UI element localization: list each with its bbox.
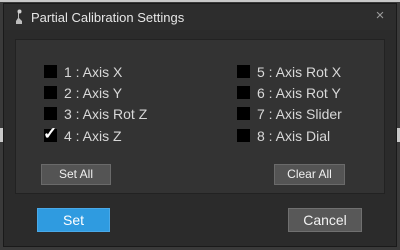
axis-label-8: 8 : Axis Dial xyxy=(257,128,331,144)
axis-label-7: 7 : Axis Slider xyxy=(257,106,342,122)
title-bar[interactable]: Partial Calibration Settings × xyxy=(4,4,396,30)
axis-label-5: 5 : Axis Rot X xyxy=(257,64,342,80)
axis-checkbox-5[interactable] xyxy=(237,65,250,78)
partial-calibration-dialog: Partial Calibration Settings × 1 : Axis … xyxy=(3,3,397,247)
axis-checkbox-4[interactable]: ✓ xyxy=(43,124,57,143)
axis-checkbox-6[interactable] xyxy=(237,86,250,99)
axis-label-6: 6 : Axis Rot Y xyxy=(257,85,341,101)
axis-checkbox-1[interactable] xyxy=(44,65,57,78)
axis-label-2: 2 : Axis Y xyxy=(64,85,123,101)
checkmark-icon: ✓ xyxy=(43,124,58,143)
cancel-button[interactable]: Cancel xyxy=(288,208,362,232)
clear-all-button[interactable]: Clear All xyxy=(274,164,345,185)
axis-checkbox-8[interactable] xyxy=(237,129,250,142)
set-button[interactable]: Set xyxy=(37,208,110,232)
axis-label-4: 4 : Axis Z xyxy=(64,128,122,144)
set-all-button[interactable]: Set All xyxy=(41,164,111,185)
axis-checkbox-7[interactable] xyxy=(237,107,250,120)
window-title: Partial Calibration Settings xyxy=(31,10,185,25)
axis-checkbox-3[interactable] xyxy=(44,107,57,120)
axis-label-3: 3 : Axis Rot Z xyxy=(64,106,148,122)
axis-label-1: 1 : Axis X xyxy=(64,64,123,80)
axis-checkbox-2[interactable] xyxy=(44,86,57,99)
joystick-icon xyxy=(13,9,25,25)
background-strip-top xyxy=(0,0,400,2)
axis-selection-panel: 1 : Axis X 2 : Axis Y 3 : Axis Rot Z ✓ 4… xyxy=(15,39,385,194)
close-button[interactable]: × xyxy=(372,7,388,25)
